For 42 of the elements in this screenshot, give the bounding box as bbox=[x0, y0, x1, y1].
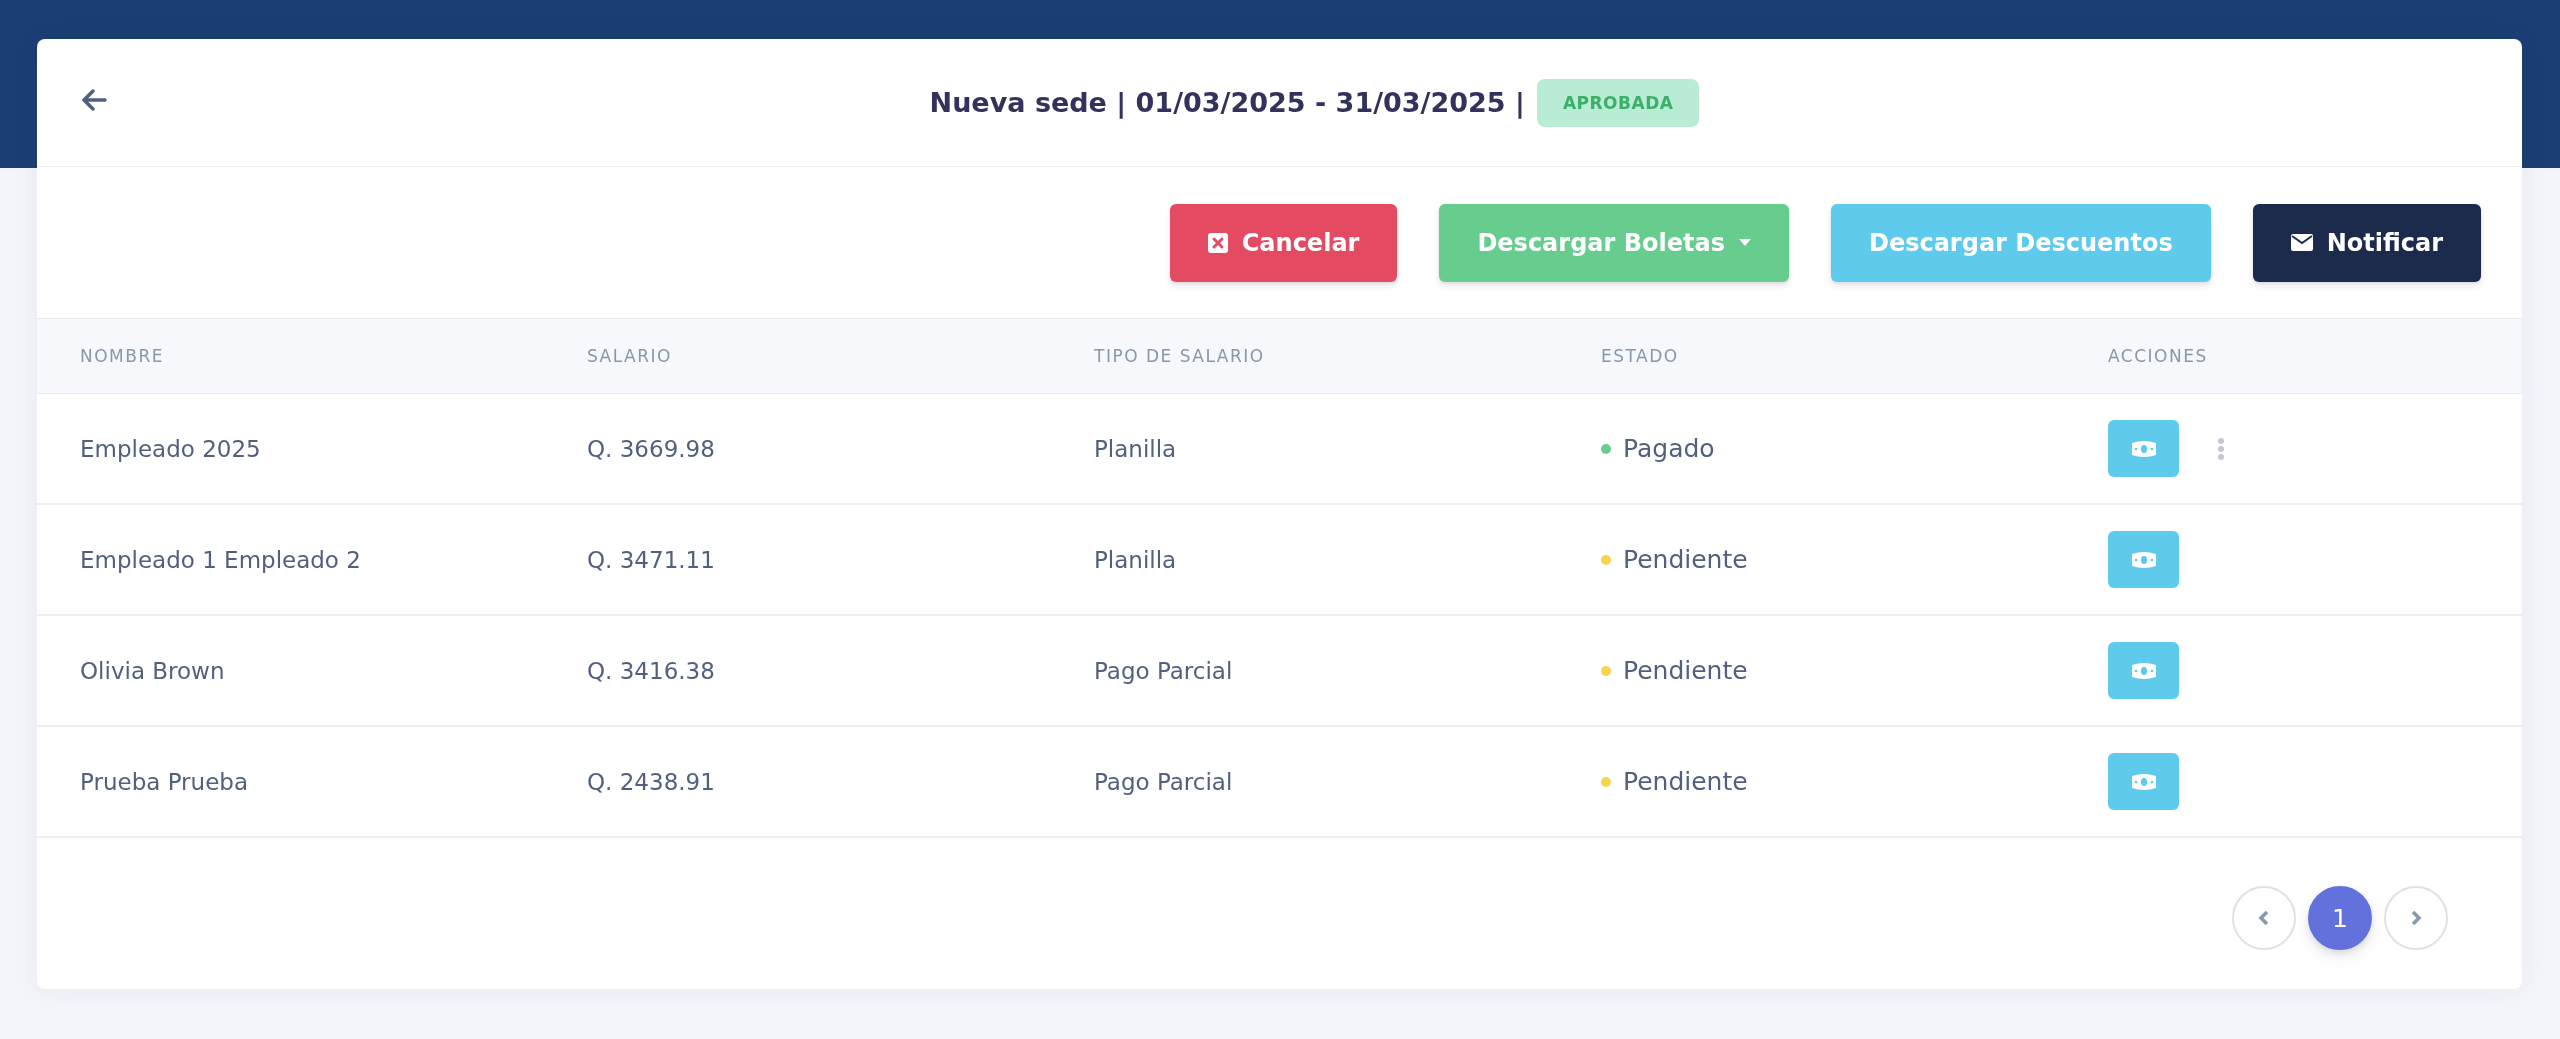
chevron-left-icon bbox=[2258, 910, 2270, 926]
banknote-icon bbox=[2130, 661, 2157, 680]
banknote-icon bbox=[2130, 772, 2157, 791]
table-cell: Pago Parcial bbox=[1094, 657, 1233, 684]
table-cell: Planilla bbox=[1094, 435, 1177, 462]
column-header: TIPO DE SALARIO bbox=[1094, 346, 1266, 366]
notify-button[interactable]: Notificar bbox=[2252, 203, 2481, 282]
caret-icon bbox=[1738, 239, 1751, 246]
status-text: Pagado bbox=[1623, 434, 1715, 463]
column-header: SALARIO bbox=[587, 346, 673, 366]
table-cell: Olivia Brown bbox=[80, 657, 225, 684]
table-cell: Q. 2438.91 bbox=[587, 768, 715, 795]
close-icon bbox=[1207, 232, 1228, 253]
column-header: NOMBRE bbox=[80, 346, 165, 366]
pay-button[interactable] bbox=[2108, 753, 2179, 810]
back-arrow-icon[interactable] bbox=[81, 89, 107, 111]
table-cell: Q. 3471.11 bbox=[587, 546, 715, 573]
column-header: ACCIONES bbox=[2108, 346, 2209, 366]
more-options-icon[interactable] bbox=[2217, 436, 2225, 461]
status-text: Pendiente bbox=[1623, 656, 1748, 685]
pay-button[interactable] bbox=[2108, 531, 2179, 588]
status-text: Pendiente bbox=[1623, 545, 1748, 574]
table-cell: Empleado 1 Empleado 2 bbox=[80, 546, 361, 573]
envelope-icon bbox=[2290, 234, 2313, 251]
chevron-right-icon bbox=[2410, 910, 2422, 926]
banknote-icon bbox=[2130, 550, 2157, 569]
table-cell: Q. 3416.38 bbox=[587, 657, 715, 684]
download-dropdown-button[interactable]: Descargar Boletas bbox=[1439, 203, 1789, 282]
page-button[interactable]: 1 bbox=[2308, 886, 2372, 950]
pay-button[interactable] bbox=[2108, 642, 2179, 699]
table-cell: Prueba Prueba bbox=[80, 768, 248, 795]
pay-button[interactable] bbox=[2108, 420, 2179, 477]
table-cell: Empleado 2025 bbox=[80, 435, 261, 462]
cancel-button[interactable]: Cancelar bbox=[1169, 203, 1398, 282]
table-cell: Pago Parcial bbox=[1094, 768, 1233, 795]
page-title: Nueva sede | 01/03/2025 - 31/03/2025 | bbox=[929, 87, 1525, 118]
banknote-icon bbox=[2130, 439, 2157, 458]
status-badge: APROBADA bbox=[1536, 78, 1700, 127]
status-text: Pendiente bbox=[1623, 767, 1748, 796]
column-header: ESTADO bbox=[1601, 346, 1680, 366]
table-cell: Q. 3669.98 bbox=[587, 435, 715, 462]
table-cell: Planilla bbox=[1094, 546, 1177, 573]
